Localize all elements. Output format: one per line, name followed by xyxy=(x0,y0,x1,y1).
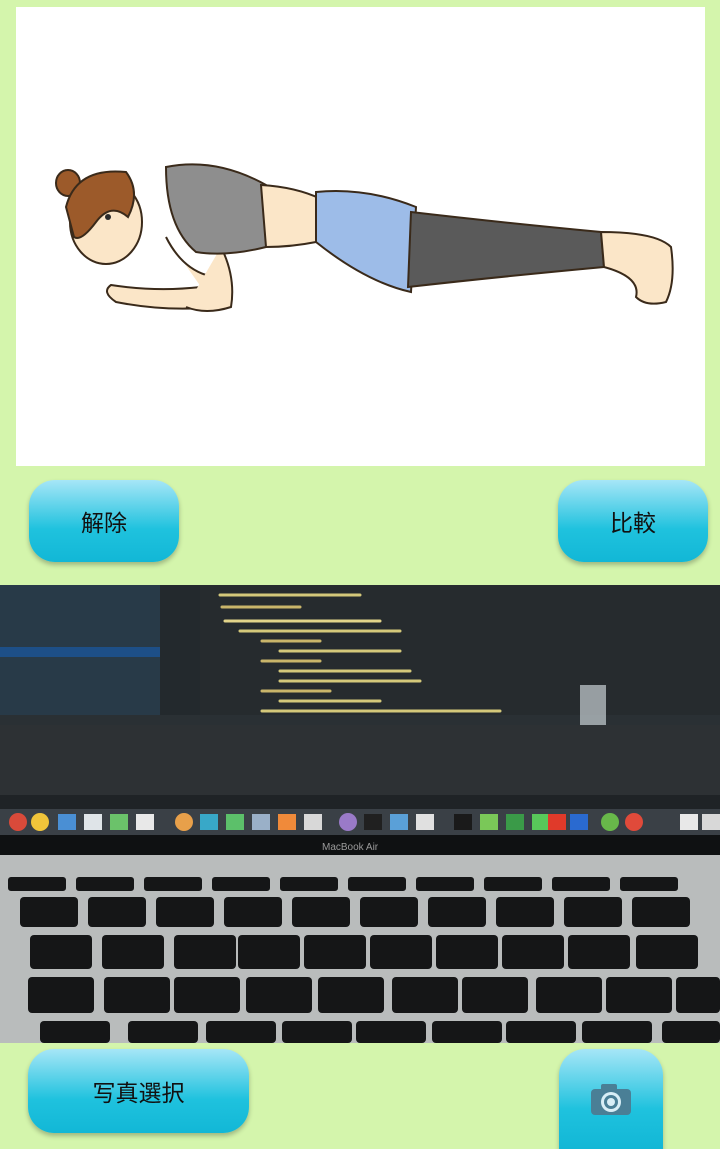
release-button[interactable]: 解除 xyxy=(29,480,179,562)
select-photo-button-label: 写真選択 xyxy=(92,1081,185,1107)
compare-button[interactable]: 比較 xyxy=(558,480,708,562)
plank-illustration xyxy=(55,163,674,312)
release-button-label: 解除 xyxy=(81,511,127,537)
user-photo: MacBook Air xyxy=(0,585,720,1043)
camera-button[interactable] xyxy=(559,1049,663,1149)
laptop-brand-label: MacBook Air xyxy=(322,842,379,853)
laptop-photo: MacBook Air xyxy=(0,585,720,1043)
compare-button-label: 比較 xyxy=(610,511,656,537)
reference-pose-image xyxy=(16,7,705,466)
camera-icon xyxy=(591,1084,631,1115)
select-photo-button[interactable]: 写真選択 xyxy=(28,1049,249,1133)
